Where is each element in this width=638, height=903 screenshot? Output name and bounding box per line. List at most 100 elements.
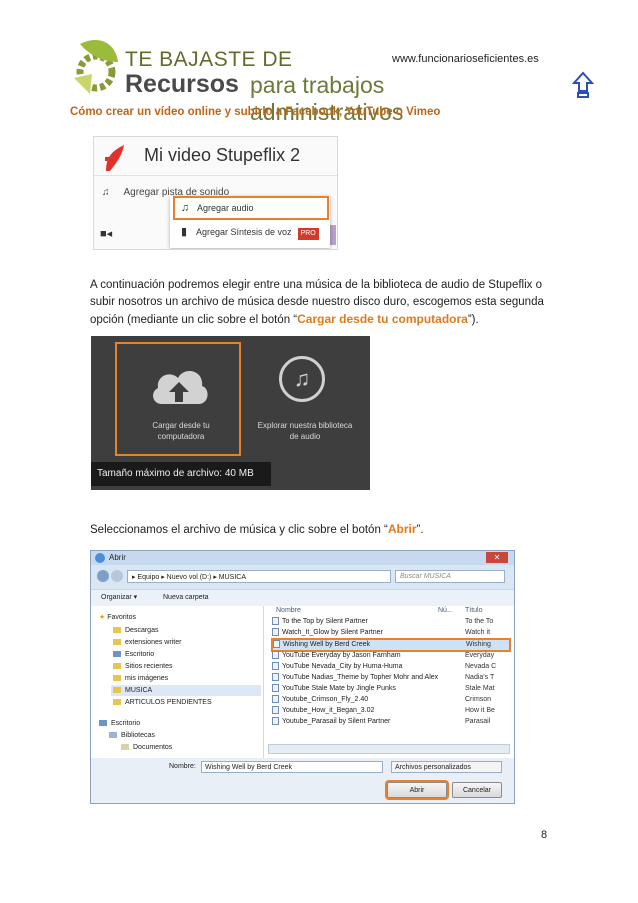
- music-note-icon: ♫: [102, 187, 110, 198]
- close-button[interactable]: ✕: [486, 552, 508, 563]
- stupeflix-logo-icon: [105, 145, 124, 171]
- open-button[interactable]: Abrir: [385, 780, 449, 800]
- file-row[interactable]: YouTube Stale Mate by Jingle Punks Stale …: [272, 683, 508, 694]
- file-title: Everyday: [465, 652, 495, 659]
- voice-bars-icon: ▮: [180, 226, 188, 238]
- desktop-icon: [99, 720, 107, 727]
- nav-favorites[interactable]: ★ Favoritos: [99, 612, 136, 623]
- file-name: YouTube Everyday by Jason Farnham: [282, 652, 401, 659]
- back-to-top-icon[interactable]: [572, 71, 594, 99]
- paragraph-text: ”.: [416, 524, 424, 536]
- highlight-upload-button: Cargar desde tu computadora: [297, 312, 468, 326]
- folder-icon: [113, 627, 121, 634]
- file-title: Nevada C: [465, 663, 497, 670]
- upload-label-line2: computadora: [157, 432, 205, 441]
- nav-documents[interactable]: Documentos: [121, 742, 172, 753]
- back-icon[interactable]: [97, 570, 109, 582]
- menu-item-add-audio[interactable]: ♫ Agregar audio: [173, 196, 329, 220]
- audio-file-icon: [272, 617, 279, 626]
- nav-item-pending-articles[interactable]: ARTICULOS PENDIENTES: [113, 697, 212, 708]
- menu-item-voice-synthesis[interactable]: ▮ Agregar Síntesis de voz PRO: [174, 222, 326, 242]
- paragraph-select-file: Seleccionamos el archivo de música y cli…: [90, 521, 560, 539]
- document-title: Cómo crear un vídeo online y subirlo a F…: [70, 106, 441, 118]
- logo-line2: Recursos: [125, 70, 239, 98]
- file-row[interactable]: Youtube_Parasail by Silent Partner Parasa…: [272, 716, 508, 727]
- dialog-title: Abrir: [109, 553, 126, 562]
- file-row[interactable]: YouTube Everyday by Jason Farnham Everyda…: [272, 650, 508, 661]
- audio-file-icon: [272, 651, 279, 660]
- forward-icon[interactable]: [111, 570, 123, 582]
- file-name: Youtube_Parasail by Silent Partner: [282, 718, 391, 725]
- video-camera-icon: ■◂: [100, 228, 113, 240]
- file-name: YouTube Nevada_City by Huma-Huma: [282, 663, 403, 670]
- file-title: How it Be: [465, 707, 495, 714]
- music-library-icon[interactable]: ♫: [279, 356, 325, 402]
- nav-label: MUSICA: [125, 687, 153, 694]
- file-title: Stale Mat: [465, 685, 495, 692]
- nav-item-music[interactable]: MUSICA: [111, 685, 261, 696]
- file-row[interactable]: YouTube Nevada_City by Huma-Huma Nevada C: [272, 661, 508, 672]
- file-name: Youtube_Crimson_Fly_2.40: [282, 696, 369, 703]
- page-number: 8: [541, 829, 548, 841]
- column-header-number[interactable]: Nú...: [438, 607, 453, 614]
- nav-label: Sitios recientes: [125, 663, 173, 670]
- address-row: ▸ Equipo ▸ Nuevo vol (D:) ▸ MUSICA Busca…: [95, 569, 510, 585]
- project-title: Mi video Stupeflix 2: [144, 145, 301, 165]
- nav-label: Escritorio: [111, 720, 141, 727]
- nav-item-recent-places[interactable]: Sitios recientes: [113, 661, 172, 672]
- library-label: Explorar nuestra biblioteca de audio: [251, 420, 359, 442]
- file-row[interactable]: To the Top by Silent Partner To the To: [272, 616, 508, 627]
- file-title: Wishing: [466, 641, 491, 648]
- file-row[interactable]: YouTube Nadias_Theme by Topher Mohr and …: [272, 672, 508, 683]
- documents-icon: [121, 744, 129, 751]
- folder-icon: [113, 675, 121, 682]
- file-title: Watch it: [465, 629, 491, 636]
- file-row[interactable]: Watch_It_Glow by Silent Partner Watch it: [272, 627, 508, 638]
- divider: [94, 175, 337, 176]
- file-row[interactable]: Youtube_Crimson_Fly_2.40 Crimson: [272, 694, 508, 705]
- nav-item-desktop[interactable]: Escritorio: [113, 649, 154, 660]
- file-list-pane: Nombre Nú... Título To the Top by Silent…: [264, 606, 514, 758]
- star-icon: ★: [99, 614, 106, 621]
- audio-file-icon: [272, 706, 279, 715]
- file-name: Watch_It_Glow by Silent Partner: [282, 629, 383, 636]
- cancel-button[interactable]: Cancelar: [452, 782, 502, 798]
- paragraph-choose-upload: A continuación podremos elegir entre una…: [90, 277, 560, 329]
- audio-file-icon: [272, 684, 279, 693]
- folder-icon: [113, 663, 121, 670]
- library-label-line1: Explorar nuestra biblioteca: [257, 421, 353, 430]
- search-input[interactable]: Buscar MUSICA: [395, 570, 505, 583]
- filename-input[interactable]: Wishing Well by Berd Creek: [201, 761, 383, 773]
- file-title: Crimson: [465, 696, 492, 703]
- highlight-open-button: Abrir: [387, 522, 417, 536]
- nav-item-writer-extensions[interactable]: extensiones writer: [113, 637, 181, 648]
- audio-file-icon: [272, 662, 279, 671]
- horizontal-scrollbar[interactable]: [268, 744, 510, 754]
- music-note-icon: ♫: [180, 202, 190, 214]
- filetype-select[interactable]: Archivos personalizados: [391, 761, 502, 773]
- dialog-toolbar: Organizar ▾ Nueva carpeta: [91, 589, 514, 607]
- max-file-size-tooltip: Tamaño máximo de archivo: 40 MB: [91, 462, 271, 486]
- nav-item-my-images[interactable]: mis imágenes: [113, 673, 168, 684]
- dialog-footer: Nombre: Wishing Well by Berd Creek Archi…: [91, 758, 514, 803]
- audio-file-icon: [272, 717, 279, 726]
- column-header-title[interactable]: Título: [465, 607, 483, 614]
- menu-item-label: Agregar audio: [197, 203, 254, 213]
- nav-label: mis imágenes: [125, 675, 169, 682]
- column-header-name[interactable]: Nombre: [276, 607, 301, 614]
- file-name: To the Top by Silent Partner: [282, 618, 368, 625]
- audio-file-icon: [272, 628, 279, 637]
- folder-icon: [113, 687, 121, 694]
- audio-file-icon: [272, 673, 279, 682]
- nav-item-downloads[interactable]: Descargas: [113, 625, 158, 636]
- new-folder-button[interactable]: Nueva carpeta: [163, 590, 209, 606]
- nav-label: Documentos: [133, 744, 173, 751]
- nav-libraries[interactable]: Bibliotecas: [109, 730, 155, 741]
- nav-desktop-root[interactable]: Escritorio: [99, 718, 140, 729]
- organize-button[interactable]: Organizar ▾: [101, 590, 137, 606]
- address-bar[interactable]: ▸ Equipo ▸ Nuevo vol (D:) ▸ MUSICA: [127, 570, 391, 583]
- folder-icon: [113, 699, 121, 706]
- file-row[interactable]: Youtube_How_it_Began_3.02 How it Be: [272, 705, 508, 716]
- paragraph-text: ”).: [467, 314, 479, 326]
- site-url[interactable]: www.funcionarioseficientes.es: [392, 53, 539, 65]
